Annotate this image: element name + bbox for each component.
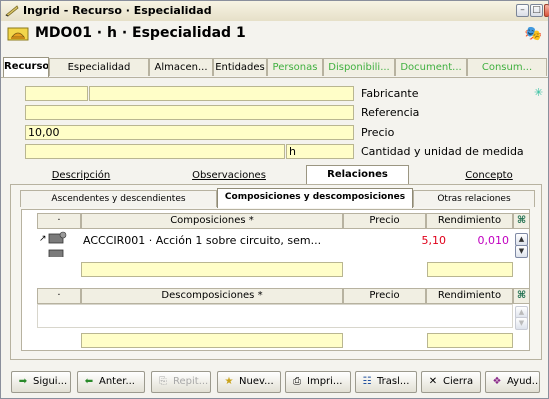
repeat-icon: ⎘ [159,376,167,387]
help-icon: ❖ [492,376,502,387]
tab-ascendentes[interactable]: Ascendentes y descendientes [20,190,217,207]
tab-almacen[interactable]: Almacen... [149,58,213,76]
descomposiciones-header[interactable]: Descomposiciones * [81,288,343,304]
siguiente-button[interactable]: ➡ Sigui... [11,371,71,393]
cantidad-field[interactable] [25,144,285,159]
desc-dot-header: · [37,288,81,304]
new-icon: ★ [224,376,234,387]
record-title: MDO01 · h · Especialidad 1 [35,25,246,41]
close-x-icon: ✕ [428,376,438,387]
nuevo-label: Nuev... [239,376,274,387]
tab-composiciones[interactable]: Composiciones y descomposiciones [217,188,413,208]
tab-documentos[interactable]: Document... [395,58,467,76]
desc-rend-total-field[interactable] [427,333,513,348]
composiciones-list[interactable]: ↗ ACCCIR001 · Acción 1 sobre circuito, s… [37,229,513,257]
minimize-button[interactable]: – [516,4,529,17]
app-logo-icon [5,5,19,17]
main-tabs: Recurso Especialidad Almacen... Entidade… [1,57,548,77]
comp-rend-total-field[interactable] [427,262,513,277]
comp-options-icon[interactable]: ⌘ [513,213,530,229]
imprimir-button[interactable]: ⎙ Impri... [285,371,351,393]
imprimir-label: Impri... [307,376,343,387]
ayuda-label: Ayud... [507,376,540,387]
cierra-button[interactable]: ✕ Cierra [421,371,481,393]
printer-icon: ⎙ [293,376,301,387]
arrow-right-icon: ➡ [18,376,28,387]
anterior-button[interactable]: ⬅ Anter... [77,371,145,393]
component-icon-2 [48,249,64,257]
desc-rendimiento-header[interactable]: Rendimiento [426,288,513,304]
repetir-label: Repit... [173,376,209,387]
comp-precio-header[interactable]: Precio [343,213,426,229]
referencia-field[interactable] [25,105,354,120]
tab-descripcion[interactable]: Descripción [29,167,133,184]
trasladar-button[interactable]: ☷ Trasl... [355,371,417,393]
desc-total-field[interactable] [81,333,343,348]
comp-total-field[interactable] [81,262,343,277]
precio-field[interactable]: 10,00 [25,125,354,140]
composicion-row-text: ACCCIR001 · Acción 1 sobre circuito, sem… [83,234,322,247]
name-field[interactable] [89,86,354,101]
comp-scroll-down[interactable]: ▼ [515,245,528,258]
composiciones-header[interactable]: Composiciones * [81,213,343,229]
tab-concepto[interactable]: Concepto [441,167,537,184]
descripcion-label: Descripción [51,170,111,181]
worker-helmet-icon [7,27,29,41]
desc-scroll-down[interactable]: ▼ [515,317,528,330]
ayuda-button[interactable]: ❖ Ayud... [485,371,540,393]
observaciones-label: Observaciones [192,170,266,181]
code-field[interactable] [25,86,88,101]
comp-rendimiento-header[interactable]: Rendimiento [426,213,513,229]
title-bar: Ingrid - Recurso · Especialidad – □ [1,1,549,22]
action-bar: ➡ Sigui... ⬅ Anter... ⎘ Repit... ★ Nuev... ⎙… [11,371,540,393]
referencia-label: Referencia [361,106,420,119]
unidad-field[interactable]: h [286,144,354,159]
composicion-row-rendimiento: 0,010 [477,234,510,247]
desc-precio-header[interactable]: Precio [343,288,426,304]
anterior-label: Anter... [99,376,135,387]
nuevo-button[interactable]: ★ Nuev... [217,371,281,393]
tab-personas[interactable]: Personas [267,58,323,76]
maximize-button[interactable]: □ [530,4,543,17]
tab-observaciones[interactable]: Observaciones [169,167,289,184]
binoculars-icon[interactable]: 🎭 [525,26,542,42]
repetir-button[interactable]: ⎘ Repit... [151,371,211,393]
composicion-row-precio: 5,10 [421,234,447,247]
fabricante-label: Fabricante [361,87,419,100]
row-pointer-icon: ↗ [39,234,47,244]
desc-options-icon[interactable]: ⌘ [513,288,530,304]
cantidad-label: Cantidad y unidad de medida [361,145,524,158]
arrow-left-icon: ⬅ [84,376,94,387]
cierra-label: Cierra [443,376,474,387]
tab-divider [1,77,548,78]
tab-entidades[interactable]: Entidades [213,58,267,76]
tab-especialidad[interactable]: Especialidad [49,58,149,76]
comp-dot-header: · [37,213,81,229]
tab-otras[interactable]: Otras relaciones [413,190,535,207]
descomposiciones-list[interactable] [37,304,513,328]
tab-recurso[interactable]: Recurso [3,57,49,77]
app-window: Ingrid - Recurso · Especialidad – □ MDO0… [0,0,549,399]
transfer-icon: ☷ [362,376,372,387]
siguiente-label: Sigui... [33,376,68,387]
tab-disponibilidad[interactable]: Disponibili... [323,58,395,76]
sparkle-icon[interactable]: ✳ [534,86,543,99]
trasladar-label: Trasl... [377,376,410,387]
close-window-button[interactable] [544,4,549,17]
precio-label: Precio [361,126,395,139]
concepto-label: Concepto [465,170,513,181]
tab-consumos[interactable]: Consum... [467,58,547,76]
window-title: Ingrid - Recurso · Especialidad [23,4,212,17]
component-icon [48,231,67,244]
record-header: MDO01 · h · Especialidad 1 🎭 [1,21,548,47]
tab-relaciones[interactable]: Relaciones [306,165,409,185]
